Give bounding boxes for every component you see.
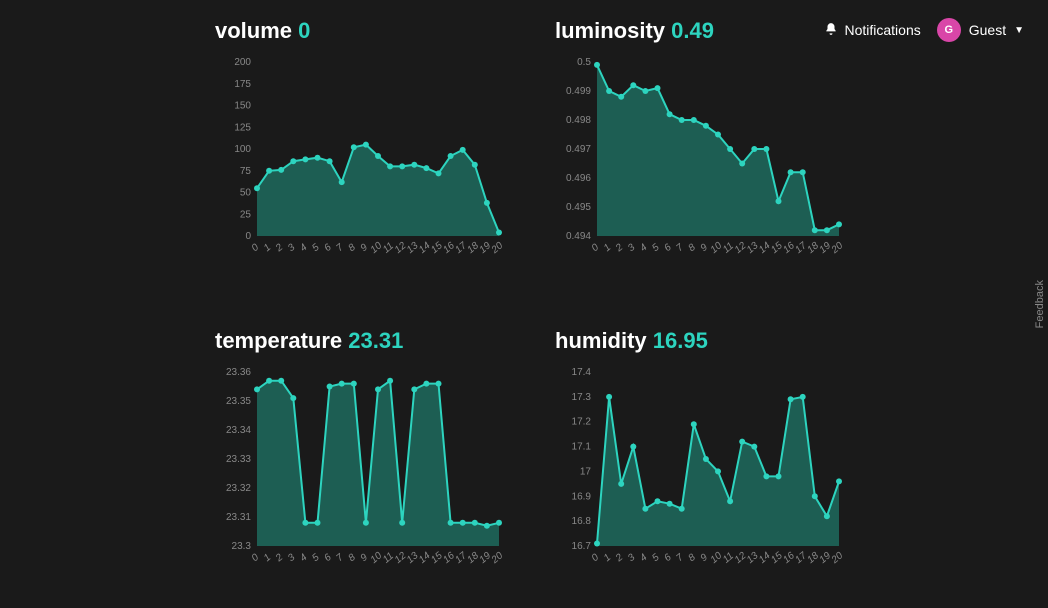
svg-text:20: 20 (829, 240, 845, 257)
panel-humidity: humidity 16.95 16.716.816.91717.117.217.… (555, 328, 875, 608)
svg-text:1: 1 (602, 242, 613, 254)
panel-title: luminosity 0.49 (555, 18, 875, 44)
svg-text:0.5: 0.5 (577, 57, 591, 68)
svg-text:0.499: 0.499 (566, 86, 591, 97)
svg-text:23.36: 23.36 (226, 367, 251, 378)
svg-text:0: 0 (590, 242, 602, 254)
panel-title: temperature 23.31 (215, 328, 535, 354)
svg-text:2: 2 (613, 552, 625, 565)
svg-text:17.2: 17.2 (572, 417, 592, 428)
svg-text:100: 100 (234, 144, 251, 155)
svg-text:20: 20 (829, 550, 845, 567)
svg-text:17.4: 17.4 (572, 367, 592, 378)
svg-text:20: 20 (489, 550, 505, 567)
svg-text:1: 1 (602, 552, 613, 564)
panel-temperature: temperature 23.31 23.323.3123.3223.3323.… (215, 328, 535, 608)
svg-text:8: 8 (347, 242, 359, 254)
svg-text:23.33: 23.33 (226, 454, 251, 465)
svg-text:6: 6 (322, 552, 334, 564)
svg-text:16.8: 16.8 (572, 516, 592, 527)
svg-text:8: 8 (687, 242, 699, 254)
svg-text:23.32: 23.32 (226, 483, 251, 494)
svg-text:4: 4 (298, 552, 310, 564)
svg-text:0: 0 (245, 231, 251, 242)
svg-text:16.9: 16.9 (572, 491, 592, 502)
feedback-tab[interactable]: Feedback (1034, 280, 1046, 328)
svg-text:7: 7 (334, 552, 346, 564)
svg-text:23.3: 23.3 (232, 541, 252, 552)
svg-text:50: 50 (240, 188, 252, 199)
svg-text:4: 4 (298, 242, 310, 254)
svg-text:5: 5 (310, 552, 322, 564)
panel-value: 0 (298, 18, 310, 43)
svg-text:0.496: 0.496 (566, 173, 591, 184)
svg-text:2: 2 (273, 552, 285, 565)
chart-humidity: 16.716.816.91717.117.217.317.40123456789… (555, 364, 845, 584)
panel-title: humidity 16.95 (555, 328, 875, 354)
svg-text:17.1: 17.1 (572, 442, 592, 453)
svg-text:7: 7 (674, 242, 686, 254)
svg-text:3: 3 (286, 552, 298, 564)
svg-text:0.495: 0.495 (566, 202, 591, 213)
svg-text:5: 5 (650, 242, 662, 254)
svg-text:2: 2 (273, 242, 285, 255)
svg-text:7: 7 (334, 242, 346, 254)
svg-text:200: 200 (234, 57, 251, 68)
svg-text:8: 8 (347, 552, 359, 564)
svg-text:20: 20 (489, 240, 505, 257)
svg-text:7: 7 (674, 552, 686, 564)
panel-value: 23.31 (348, 328, 403, 353)
svg-text:175: 175 (234, 79, 251, 90)
svg-text:16.7: 16.7 (572, 541, 592, 552)
panel-luminosity: luminosity 0.49 0.4940.4950.4960.4970.49… (555, 18, 875, 298)
svg-text:23.34: 23.34 (226, 425, 251, 436)
panel-volume: volume 0 0255075100125150175200012345678… (215, 18, 535, 298)
chart-luminosity: 0.494 0.495 0.496 0.497 0.498 0.499 0.5 0123456… (555, 54, 845, 274)
chart-volume: 0255075100125150175200012345678910111213… (215, 54, 505, 274)
avatar: G (937, 18, 961, 42)
user-menu[interactable]: G Guest ▼ (937, 18, 1024, 42)
svg-text:6: 6 (662, 242, 674, 254)
svg-text:6: 6 (322, 242, 334, 254)
svg-text:23.35: 23.35 (226, 396, 251, 407)
svg-text:5: 5 (310, 242, 322, 254)
svg-text:0.494: 0.494 (566, 231, 591, 242)
svg-text:125: 125 (234, 122, 251, 133)
caret-down-icon: ▼ (1014, 25, 1024, 36)
svg-text:5: 5 (650, 552, 662, 564)
svg-text:6: 6 (662, 552, 674, 564)
svg-text:150: 150 (234, 101, 251, 112)
svg-text:0: 0 (590, 552, 602, 564)
svg-text:8: 8 (687, 552, 699, 564)
svg-text:0.498: 0.498 (566, 115, 591, 126)
panel-value: 16.95 (653, 328, 708, 353)
panel-title: volume 0 (215, 18, 535, 44)
panel-value: 0.49 (671, 18, 714, 43)
svg-text:1: 1 (262, 242, 273, 254)
svg-text:17: 17 (580, 466, 592, 477)
svg-text:23.31: 23.31 (226, 512, 251, 523)
svg-text:1: 1 (262, 552, 273, 564)
svg-text:2: 2 (613, 242, 625, 255)
svg-text:0.497: 0.497 (566, 144, 591, 155)
svg-text:0: 0 (250, 552, 262, 564)
svg-text:17.3: 17.3 (572, 392, 592, 403)
svg-text:0: 0 (250, 242, 262, 254)
user-label: Guest (969, 22, 1006, 38)
chart-temperature: 23.3 23.31 23.32 23.33 23.34 23.35 23.36 012345… (215, 364, 505, 584)
svg-text:25: 25 (240, 209, 252, 220)
svg-text:3: 3 (286, 242, 298, 254)
svg-text:3: 3 (626, 242, 638, 254)
svg-text:75: 75 (240, 166, 252, 177)
svg-text:4: 4 (638, 242, 650, 254)
svg-text:4: 4 (638, 552, 650, 564)
svg-text:3: 3 (626, 552, 638, 564)
